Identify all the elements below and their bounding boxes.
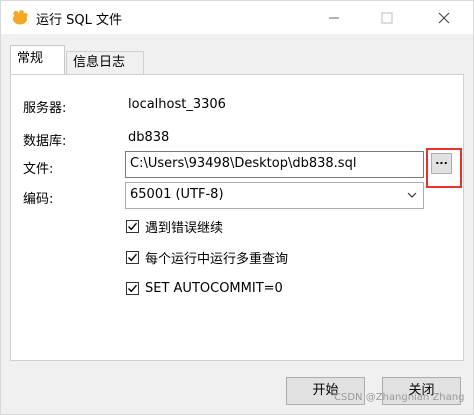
database-value: db838 [128,130,170,145]
option-autocommit[interactable]: SET AUTOCOMMIT=0 [126,279,283,297]
checkbox-continue-on-error[interactable] [126,219,139,233]
checkbox-autocommit[interactable] [126,281,139,295]
checkbox-multiple-queries[interactable] [126,250,139,264]
option-multiple-queries-label: 每个运行中运行多重查询 [145,251,289,267]
database-label: 数据库: [23,134,67,149]
option-autocommit-label: SET AUTOCOMMIT=0 [145,280,283,296]
close-icon[interactable] [421,1,467,34]
file-path-input[interactable]: C:\Users\93498\Desktop\db838.sql [125,151,424,178]
tab-general[interactable]: 常规 [10,45,65,74]
encoding-selected-value: 65001 (UTF-8) [130,187,224,202]
encoding-label: 编码: [23,192,54,207]
option-continue-on-error[interactable]: 遇到错误继续 [126,217,224,236]
tab-info-log[interactable]: 信息日志 [66,51,144,74]
minimize-icon[interactable] [311,1,357,34]
file-label: 文件: [23,162,54,177]
server-value: localhost_3306 [128,97,226,112]
maximize-icon[interactable] [364,1,410,34]
navicat-bird-icon [11,9,29,25]
run-sql-file-dialog: 运行 SQL 文件 常规 信息日志 服务器: localhost_3306 数据… [0,0,474,415]
browse-button[interactable]: ... [431,153,452,174]
server-label: 服务器: [23,101,67,116]
option-continue-on-error-label: 遇到错误继续 [145,220,224,236]
general-panel [10,74,464,361]
option-multiple-queries[interactable]: 每个运行中运行多重查询 [126,248,289,267]
window-title: 运行 SQL 文件 [36,13,122,28]
title-bar[interactable]: 运行 SQL 文件 [1,1,473,34]
chevron-down-icon [405,188,419,202]
encoding-select[interactable]: 65001 (UTF-8) [125,182,424,209]
watermark: CSDN @Zhangnian Zhang [334,392,465,403]
